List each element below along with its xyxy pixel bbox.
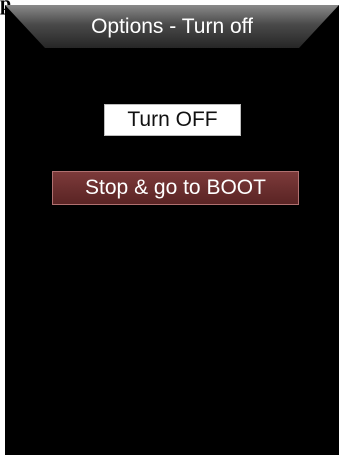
page-title: Options - Turn off <box>91 15 253 38</box>
title-bar: Options - Turn off <box>5 5 339 48</box>
device-screen: Options - Turn off Turn OFF Stop & go to… <box>5 5 339 455</box>
stop-and-boot-button[interactable]: Stop & go to BOOT <box>52 171 299 205</box>
page-frame: p Options - Turn off Turn OFF Stop & go … <box>0 0 344 455</box>
turn-off-button[interactable]: Turn OFF <box>104 104 241 136</box>
